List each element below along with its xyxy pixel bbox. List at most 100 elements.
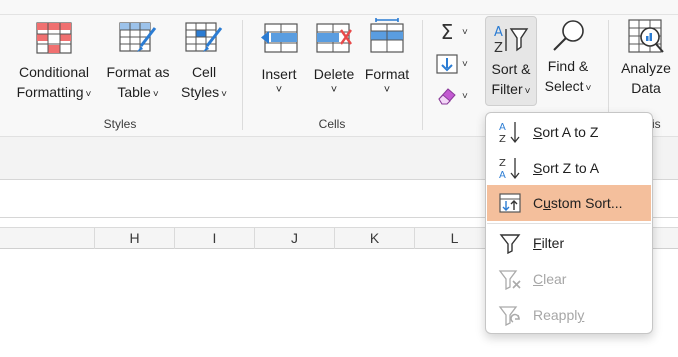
- sort-z-to-a-icon: Z A: [487, 156, 533, 180]
- fill-button[interactable]: ˅: [436, 52, 480, 76]
- label-accelerator: S: [533, 160, 543, 176]
- menu-item-reapply[interactable]: Reapply: [487, 297, 651, 333]
- filter-icon: [487, 232, 533, 254]
- format-as-table-button[interactable]: Format as Table ˅: [102, 22, 174, 106]
- menu-item-filter[interactable]: Filter: [487, 225, 651, 261]
- delete-cells-icon: [316, 23, 352, 53]
- conditional-formatting-button[interactable]: Conditional Formatting ˅: [8, 22, 100, 106]
- chevron-down-icon: ˅: [330, 84, 338, 96]
- chevron-down-icon: ˅: [462, 26, 468, 38]
- format-label: Format: [364, 66, 410, 82]
- ribbon-top-divider: [0, 14, 678, 15]
- clear-button[interactable]: ˅: [436, 84, 480, 108]
- sort-a-to-z-icon: A Z: [487, 120, 533, 144]
- label-rest: ilter: [541, 235, 565, 251]
- custom-sort-icon: [487, 193, 533, 213]
- column-header-j[interactable]: J: [254, 228, 334, 249]
- column-header-h[interactable]: H: [94, 228, 174, 249]
- svg-text:A: A: [494, 25, 503, 40]
- label-accelerator: F: [533, 235, 542, 251]
- menu-item-label: Sort A to Z: [533, 124, 598, 140]
- menu-item-label: Filter: [533, 235, 564, 251]
- column-header-g[interactable]: [0, 228, 94, 249]
- svg-text:A: A: [499, 122, 506, 133]
- eraser-icon: [438, 88, 456, 105]
- chevron-down-icon: ˅: [585, 83, 592, 94]
- find-select-button[interactable]: Find & Select ˅: [540, 18, 596, 106]
- chevron-down-icon: ˅: [383, 84, 391, 96]
- column-header-k[interactable]: K: [334, 228, 414, 249]
- analyze-data-label-1: Analyze: [621, 60, 671, 76]
- chevron-down-icon: ˅: [85, 89, 92, 100]
- menu-separator: [487, 223, 651, 224]
- sort-filter-label-2-text: Filter: [491, 81, 523, 97]
- label-accelerator: C: [533, 271, 544, 287]
- analyze-data-button[interactable]: Analyze Data: [616, 18, 676, 106]
- reapply-filter-icon: [487, 304, 533, 326]
- chevron-down-icon: ˅: [275, 84, 283, 96]
- label-rest: lear: [543, 271, 567, 287]
- clear-filter-icon: [487, 268, 533, 290]
- group-divider: [422, 20, 423, 130]
- cells-group-label: Cells: [318, 117, 346, 131]
- sort-filter-label-1: Sort &: [491, 61, 531, 77]
- group-divider: [242, 20, 243, 130]
- sort-filter-menu: A Z Sort A to Z Z A Sort Z to A Custom S…: [485, 112, 653, 334]
- label-accelerator: u: [543, 195, 551, 211]
- menu-item-label: Custom Sort...: [533, 195, 623, 211]
- autosum-button[interactable]: Σ ˅: [436, 20, 480, 44]
- format-as-table-label-2-text: Table: [117, 84, 151, 100]
- analyze-data-icon: [628, 19, 664, 53]
- chevron-down-icon: ˅: [524, 86, 531, 97]
- analyze-data-label-2: Data: [631, 80, 661, 96]
- insert-label: Insert: [261, 66, 297, 82]
- svg-text:A: A: [499, 170, 506, 180]
- conditional-formatting-label-2: Formatting ˅: [8, 82, 100, 105]
- label-prefix: Reappl: [533, 307, 578, 323]
- menu-item-sort-z-to-a[interactable]: Z A Sort Z to A: [487, 150, 651, 186]
- label-rest: stom Sort...: [550, 195, 623, 211]
- delete-label: Delete: [313, 66, 355, 82]
- column-header-i[interactable]: I: [174, 228, 254, 249]
- cell-styles-label-2-text: Styles: [181, 84, 220, 100]
- svg-text:Z: Z: [494, 41, 503, 56]
- delete-cells-button[interactable]: Delete ˅: [308, 22, 360, 106]
- sigma-icon: Σ: [440, 20, 454, 44]
- cell-styles-label-1: Cell: [191, 64, 217, 80]
- menu-item-label: Clear: [533, 271, 566, 287]
- sort-filter-button[interactable]: A Z Sort & Filter ˅: [485, 16, 537, 106]
- label-rest: ort A to Z: [542, 124, 599, 140]
- magnifier-icon: [553, 20, 584, 51]
- conditional-formatting-icon: [36, 22, 72, 54]
- label-accelerator: S: [533, 124, 543, 140]
- conditional-formatting-label-1: Conditional: [18, 64, 90, 80]
- format-cells-button[interactable]: Format ˅: [362, 18, 412, 106]
- menu-item-custom-sort[interactable]: Custom Sort...: [487, 185, 651, 221]
- sort-filter-icon: A Z: [494, 25, 529, 56]
- column-header-l[interactable]: L: [414, 228, 494, 249]
- menu-item-sort-a-to-z[interactable]: A Z Sort A to Z: [487, 114, 651, 150]
- cell-styles-icon: [185, 22, 223, 52]
- find-select-label-2: Select ˅: [540, 76, 596, 99]
- menu-item-label: Reapply: [533, 307, 584, 323]
- styles-group-label: Styles: [103, 117, 137, 131]
- insert-cells-button[interactable]: Insert ˅: [254, 22, 304, 106]
- format-as-table-label-1: Format as: [106, 64, 170, 80]
- fill-down-icon: [436, 54, 458, 74]
- chevron-down-icon: ˅: [462, 58, 468, 70]
- svg-text:Z: Z: [499, 158, 506, 169]
- svg-text:Z: Z: [499, 134, 506, 144]
- chevron-down-icon: ˅: [152, 89, 159, 100]
- find-select-label-1: Find &: [547, 58, 589, 74]
- cell-styles-button[interactable]: Cell Styles ˅: [176, 22, 232, 106]
- menu-item-label: Sort Z to A: [533, 160, 599, 176]
- cell-styles-label-2: Styles ˅: [176, 82, 232, 105]
- format-as-table-icon: [119, 22, 157, 52]
- format-as-table-label-2: Table ˅: [102, 82, 174, 105]
- label-accelerator: y: [577, 307, 585, 323]
- chevron-down-icon: ˅: [221, 89, 227, 100]
- format-cells-icon: [370, 18, 404, 53]
- sort-filter-label-2: Filter ˅: [486, 79, 536, 102]
- menu-item-clear[interactable]: Clear: [487, 261, 651, 297]
- chevron-down-icon: ˅: [462, 90, 468, 102]
